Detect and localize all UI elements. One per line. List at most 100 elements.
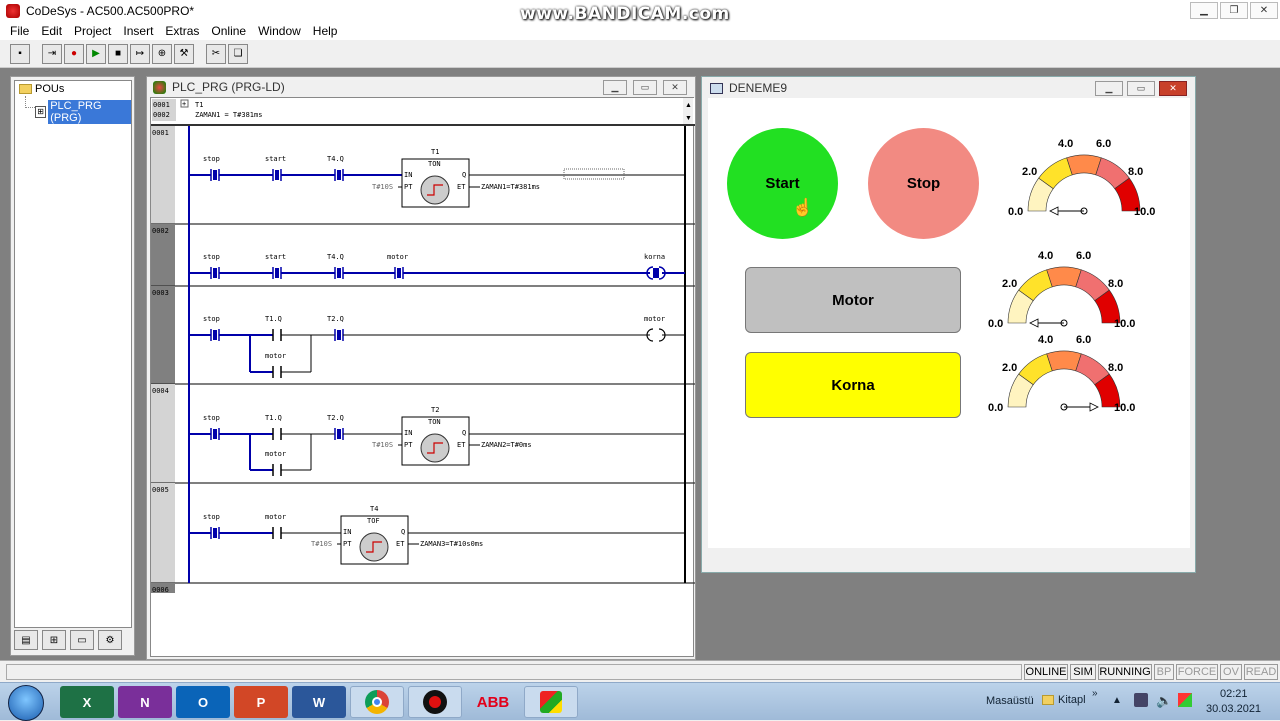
plc-maximize-icon[interactable]: ▭ [633,80,657,95]
status-message-area [6,664,1022,680]
tab-datatypes-icon[interactable]: ⊞ [42,630,66,650]
chevron-icon[interactable]: » [1092,688,1098,699]
tab-pous-icon[interactable]: ▤ [14,630,38,650]
app-title: CoDeSys - AC500.AC500PRO* [26,4,195,18]
plc-window-controls: ▁ ▭ ✕ [603,80,687,95]
logout-icon[interactable]: ● [64,43,84,64]
menu-extras[interactable]: Extras [159,24,205,38]
decl-text: T1 [195,101,203,109]
contact-active-fill [397,268,401,278]
word-icon[interactable]: W [292,686,346,718]
gauge-tick-label: 8.0 [1108,278,1123,290]
viz-maximize-icon[interactable]: ▭ [1127,81,1155,96]
outlook-icon[interactable]: O [176,686,230,718]
contact-label: motor [265,450,286,458]
contact-label: stop [203,414,220,422]
status-sim: SIM [1070,664,1096,680]
tab-resources-icon[interactable]: ⚙ [98,630,122,650]
minimize-icon[interactable]: ▁ [1190,2,1218,19]
powerpoint-icon[interactable]: P [234,686,288,718]
status-ov: OV [1220,664,1242,680]
onenote-icon[interactable]: N [118,686,172,718]
build-icon[interactable]: ⚒ [174,43,194,64]
korna-indicator[interactable]: Korna [745,352,961,418]
menu-insert[interactable]: Insert [117,24,159,38]
abb-icon[interactable]: ABB [466,686,520,718]
breakpoint-icon[interactable]: ⊕ [152,43,172,64]
status-running: RUNNING [1098,664,1152,680]
codesys-icon[interactable] [524,686,578,718]
contact-active-fill [337,330,341,340]
viz-close-icon[interactable]: ✕ [1159,81,1187,96]
start-orb-icon[interactable] [8,685,44,721]
step-icon[interactable]: ↦ [130,43,150,64]
scroll-up-icon: ▲ [685,102,692,109]
viz-window-title: DENEME9 [729,81,788,95]
plc-minimize-icon[interactable]: ▁ [603,80,627,95]
library-label[interactable]: Kitapl [1058,694,1086,706]
gauge-tick-label: 2.0 [1002,278,1017,290]
menu-online[interactable]: Online [205,24,252,38]
fb-pin-pt: PT [343,540,352,548]
fb-pin-pt: PT [404,441,413,449]
gauge-tick-label: 2.0 [1002,362,1017,374]
watermark: www.BANDICAM.com [520,4,730,24]
copy-icon[interactable]: ❏ [228,43,248,64]
stop-button[interactable]: Stop [868,128,979,239]
gauge-tick-label: 8.0 [1128,166,1143,178]
excel-icon[interactable]: X [60,686,114,718]
network-icon[interactable] [1134,693,1148,707]
chrome-icon[interactable] [350,686,404,718]
menu-edit[interactable]: Edit [35,24,68,38]
contact-active-fill [213,330,217,340]
folder-icon [19,84,32,94]
volume-icon[interactable]: 🔈 [1156,693,1172,709]
plc-close-icon[interactable]: ✕ [663,80,687,95]
flag-icon[interactable] [1178,693,1192,707]
contact-label: T4.Q [327,155,344,163]
tray-up-arrow-icon[interactable]: ▲ [1112,695,1122,706]
clock-time[interactable]: 02:21 [1220,688,1248,700]
ld-program-icon [153,80,166,94]
gauge-tick-label: 0.0 [1008,206,1023,218]
login-icon[interactable]: ⇥ [42,43,62,64]
close-icon[interactable]: ✕ [1250,2,1278,19]
fb-instance-name: T2 [431,406,439,414]
contact-active-fill [275,170,279,180]
gauges: 0.02.04.0 6.08.010.00.02.04.0 6.08.010.00.… [988,138,1155,414]
gauge-needle-head [1049,206,1059,216]
fb-type: TOF [367,517,380,525]
contact-active-fill [213,268,217,278]
fb-pin-q: Q [462,429,466,437]
menu-window[interactable]: Window [252,24,307,38]
menu-file[interactable]: File [4,24,35,38]
motor-indicator[interactable]: Motor [745,267,961,333]
library-folder-icon [1042,695,1054,705]
desktop-label[interactable]: Masaüstü [986,695,1034,707]
gauge-1: 0.0 2.0 4.0 6.0 8.0 10.0 [1008,138,1155,218]
tab-visualizations-icon[interactable]: ▭ [70,630,94,650]
save-icon[interactable]: ▪ [10,43,30,64]
bandicam-icon[interactable] [408,686,462,718]
contact-label: stop [203,513,220,521]
start-button[interactable]: Start [727,128,838,239]
cut-icon[interactable]: ✂ [206,43,226,64]
contact-active-fill [213,429,217,439]
contact-label: T1.Q [265,315,282,323]
network-number: 0002 [152,227,169,235]
menu-help[interactable]: Help [307,24,344,38]
contact-label: T2.Q [327,315,344,323]
restore-icon[interactable]: ❐ [1220,2,1248,19]
timer-clock-icon [420,175,450,205]
clock-date[interactable]: 30.03.2021 [1206,703,1261,715]
viz-minimize-icon[interactable]: ▁ [1095,81,1123,96]
menu-project[interactable]: Project [68,24,117,38]
run-icon[interactable]: ▶ [86,43,106,64]
tree-root-pous[interactable]: POUs [35,83,64,95]
stop-icon[interactable]: ■ [108,43,128,64]
ladder-editor[interactable]: 0001 0002 + T1 ZAMAN1 = T#381ms ▲ ▼ 0001 0002 000… [150,97,695,657]
tree-item-plc-prg[interactable]: PLC_PRG (PRG) [48,100,131,124]
coil-label: korna [644,253,665,261]
app-icon [6,4,20,18]
hand-cursor-icon: ☝ [792,198,814,217]
